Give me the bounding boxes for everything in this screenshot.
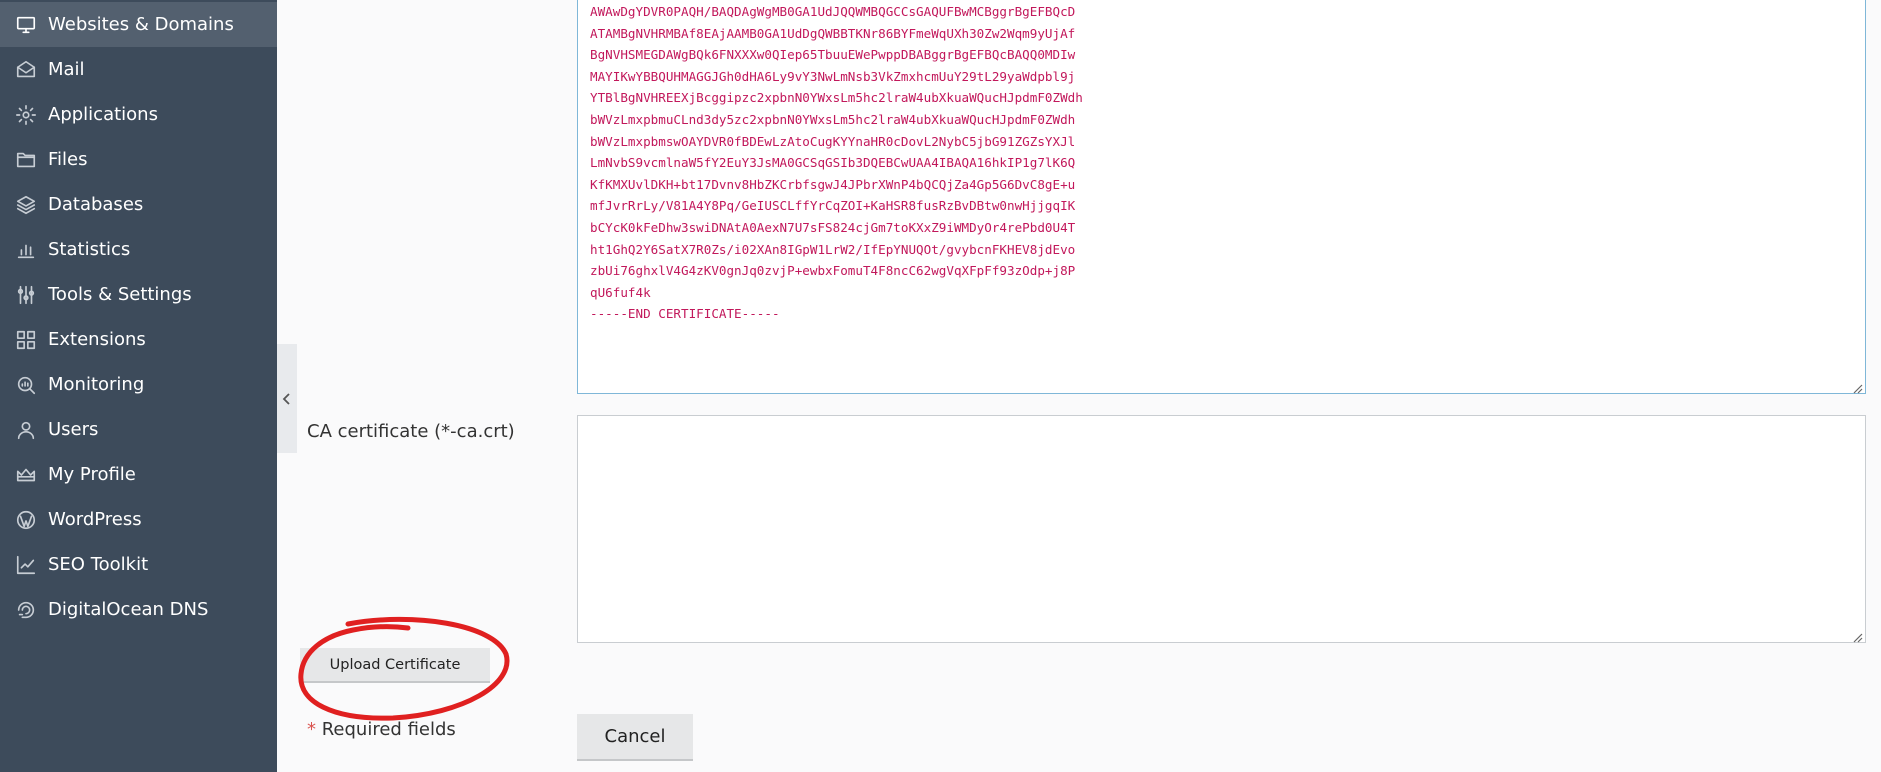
sidebar-item-label: Extensions [48,329,146,350]
cert-line: KfKMXUvlDKH+bt17Dvnv8HbZKCrbfsgwJ4JPbrXW… [590,176,1076,192]
cert-line: bWVzLmxpbmswOAYDVR0fBDEwLzAtoCugKYYnaHR0… [590,133,1076,149]
cert-line: -----END CERTIFICATE----- [590,306,780,322]
sidebar-item-extensions[interactable]: Extensions [0,317,277,362]
cert-line: ATAMBgNVHRMBAf8EAjAAMB0GA1UdDgQWBBTKNr86… [590,25,1076,41]
trend-chart-icon [14,553,38,577]
sidebar-item-label: Databases [48,194,144,215]
cert-line: LmNvbS9vcmlnaW5fY2EuY3JsMA0GCSqGSIb3DQEB… [590,155,1076,171]
sidebar-item-tools-settings[interactable]: Tools & Settings [0,272,277,317]
cert-line: BgNVHSMEGDAWgBQk6FNXXXw0QIep65TbuuEWePwp… [590,47,1076,63]
sidebar-item-digitalocean-dns[interactable]: DigitalOcean DNS [0,587,277,632]
cert-line: qU6fuf4k [590,284,651,300]
sidebar-item-label: Files [48,149,88,170]
sidebar-item-label: SEO Toolkit [48,554,149,575]
cert-line: YTBlBgNVHREEXjBcggipzc2xpbnN0YWxsLm5hc2l… [590,90,1083,106]
sidebar-item-label: Users [48,419,99,440]
digitalocean-icon [14,598,38,622]
folder-icon [14,148,38,172]
magnify-chart-icon [14,373,38,397]
cert-line: MAYIKwYBBQUHMAGGJGh0dHA6Ly9vY3NwLmNsb3Vk… [590,68,1076,84]
grid-icon [14,328,38,352]
wordpress-icon [14,508,38,532]
crown-icon [14,463,38,487]
sidebar-item-users[interactable]: Users [0,407,277,452]
sidebar-item-databases[interactable]: Databases [0,182,277,227]
sidebar-item-label: Websites & Domains [48,14,234,35]
sidebar-item-my-profile[interactable]: My Profile [0,452,277,497]
certificate-content: AWAwDgYDVR0PAQH/BAQDAgWgMB0GA1UdJQQWMBQG… [590,1,1083,325]
ca-certificate-label: CA certificate (*-ca.crt) [307,421,515,442]
sidebar-item-websites-domains[interactable]: Websites & Domains [0,2,277,47]
sidebar-item-label: WordPress [48,509,142,530]
cert-line: AWAwDgYDVR0PAQH/BAQDAgWgMB0GA1UdJQQWMBQG… [590,4,1076,19]
cert-line: bCYcK0kFeDhw3swiDNAtA0AexN7U7sFS824cjGm7… [590,219,1076,235]
sidebar-item-files[interactable]: Files [0,137,277,182]
upload-certificate-button[interactable]: Upload Certificate [300,648,490,683]
sidebar: Websites & Domains Mail Applications Fil… [0,0,277,772]
sidebar-item-label: Monitoring [48,374,145,395]
sidebar-item-seo-toolkit[interactable]: SEO Toolkit [0,542,277,587]
cert-line: ht1GhQ2Y6SatX7R0Zs/i02XAn8IGpW1LrW2/IfEp… [590,241,1076,257]
ca-certificate-textarea[interactable] [577,415,1866,643]
resize-grip-icon[interactable] [1851,379,1863,394]
sidebar-item-mail[interactable]: Mail [0,47,277,92]
certificate-textarea[interactable]: AWAwDgYDVR0PAQH/BAQDAgWgMB0GA1UdJQQWMBQG… [577,0,1866,394]
sidebar-item-label: Mail [48,59,85,80]
required-fields-note: * Required fields [307,719,456,740]
bar-chart-icon [14,238,38,262]
sidebar-item-label: DigitalOcean DNS [48,599,209,620]
gear-icon [14,103,38,127]
sidebar-item-label: Applications [48,104,158,125]
cert-line: bWVzLmxpbmuCLnd3dy5zc2xpbnN0YWxsLm5hc2lr… [590,111,1076,127]
sidebar-collapse-button[interactable] [277,344,297,453]
monitor-icon [14,13,38,37]
sidebar-item-monitoring[interactable]: Monitoring [0,362,277,407]
sliders-icon [14,283,38,307]
cancel-button[interactable]: Cancel [577,714,693,761]
resize-grip-icon[interactable] [1851,628,1863,643]
user-icon [14,418,38,442]
required-fields-text: Required fields [321,719,456,740]
cert-line: zbUi76ghxlV4G4zKV0gnJq0zvjP+ewbxFomuT4F8… [590,263,1076,279]
sidebar-item-label: My Profile [48,464,136,485]
sidebar-item-label: Tools & Settings [48,284,192,305]
cert-line: mfJvrRrLy/V81A4Y8Pq/GeIUSCLffYrCqZOI+KaH… [590,198,1076,214]
sidebar-item-statistics[interactable]: Statistics [0,227,277,272]
chevron-left-icon [282,392,290,405]
sidebar-item-wordpress[interactable]: WordPress [0,497,277,542]
envelope-icon [14,58,38,82]
sidebar-item-label: Statistics [48,239,131,260]
sidebar-item-applications[interactable]: Applications [0,92,277,137]
layers-icon [14,193,38,217]
required-star: * [307,719,316,740]
